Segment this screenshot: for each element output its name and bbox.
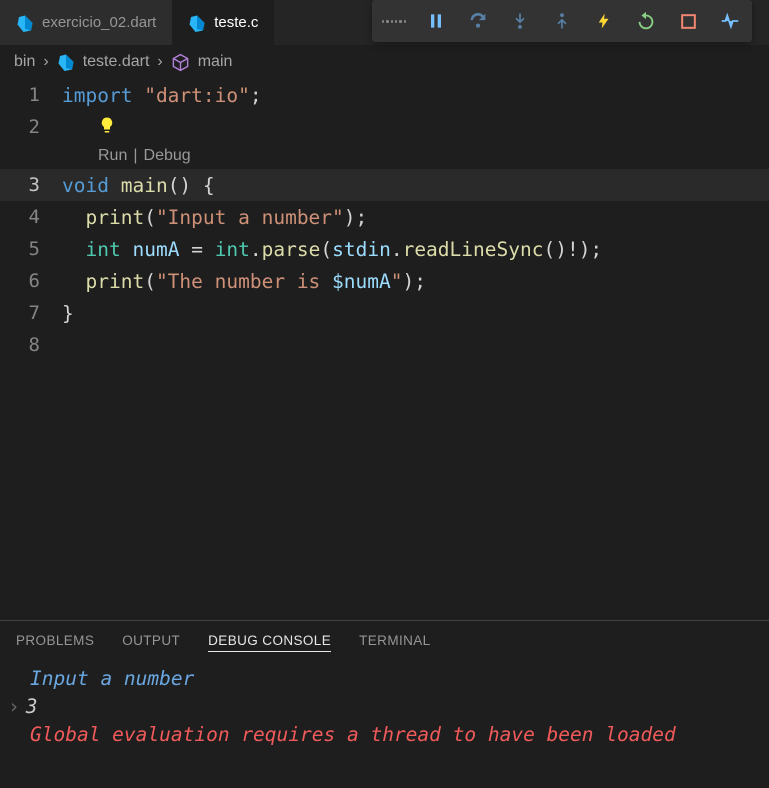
code-line: 1 import "dart:io"; <box>0 79 769 111</box>
code-lens: Run | Debug <box>0 143 769 169</box>
step-out-button[interactable] <box>550 9 574 33</box>
debug-toolbar <box>372 0 752 42</box>
code-line: 8 <box>0 329 769 361</box>
dart-file-icon <box>188 14 206 32</box>
code-line: 2 <box>0 111 769 143</box>
panel-tab-problems[interactable]: PROBLEMS <box>16 633 94 651</box>
code-content: print("Input a number"); <box>62 206 367 229</box>
code-line: 7 } <box>0 297 769 329</box>
line-number: 3 <box>0 174 62 196</box>
bottom-panel: PROBLEMS OUTPUT DEBUG CONSOLE TERMINAL I… <box>0 620 769 788</box>
symbol-function-icon <box>171 53 190 72</box>
dev-tools-button[interactable] <box>718 9 742 33</box>
line-number: 2 <box>0 116 62 138</box>
tab-label: teste.c <box>214 14 258 31</box>
code-content: void main() { <box>62 174 215 197</box>
panel-tab-output[interactable]: OUTPUT <box>122 633 180 651</box>
breadcrumb-item[interactable]: teste.dart <box>83 53 150 71</box>
code-line: 3 void main() { <box>0 169 769 201</box>
restart-button[interactable] <box>634 9 658 33</box>
codelens-debug[interactable]: Debug <box>144 147 191 165</box>
tab-label: exercicio_02.dart <box>42 14 156 31</box>
breadcrumb-item[interactable]: main <box>198 53 233 71</box>
line-number: 5 <box>0 238 62 260</box>
console-error-line: Global evaluation requires a thread to h… <box>8 723 761 746</box>
panel-tab-debug-console[interactable]: DEBUG CONSOLE <box>208 633 331 652</box>
pause-button[interactable] <box>424 9 448 33</box>
code-line: 4 print("Input a number"); <box>0 201 769 233</box>
codelens-run[interactable]: Run <box>98 147 127 165</box>
tab-exercicio-02[interactable]: exercicio_02.dart <box>0 0 172 45</box>
code-editor[interactable]: 1 import "dart:io"; 2 Run | Debug 3 void… <box>0 79 769 361</box>
line-number: 6 <box>0 270 62 292</box>
code-content: } <box>62 302 74 325</box>
code-content: int numA = int.parse(stdin.readLineSync(… <box>62 238 602 261</box>
tab-teste[interactable]: teste.c <box>172 0 274 45</box>
drag-grip-icon[interactable] <box>382 9 406 33</box>
dart-file-icon <box>57 53 75 71</box>
code-line: 5 int numA = int.parse(stdin.readLineSyn… <box>0 233 769 265</box>
line-number: 8 <box>0 334 62 356</box>
dart-file-icon <box>16 14 34 32</box>
console-line: › 3 <box>8 695 761 718</box>
line-number: 1 <box>0 84 62 106</box>
code-line: 6 print("The number is $numA"); <box>0 265 769 297</box>
stop-button[interactable] <box>676 9 700 33</box>
debug-console-output[interactable]: Input a number › 3 Global evaluation req… <box>0 663 769 788</box>
hot-reload-button[interactable] <box>592 9 616 33</box>
breadcrumb-item[interactable]: bin <box>14 53 35 71</box>
step-into-button[interactable] <box>508 9 532 33</box>
console-line: Input a number <box>8 667 761 690</box>
code-content: import "dart:io"; <box>62 84 262 107</box>
line-number: 4 <box>0 206 62 228</box>
step-over-button[interactable] <box>466 9 490 33</box>
breadcrumb[interactable]: bin › teste.dart › main <box>0 45 769 79</box>
editor-tabs: exercicio_02.dart teste.c <box>0 0 769 45</box>
chevron-right-icon: › <box>43 53 48 71</box>
line-number: 7 <box>0 302 62 324</box>
chevron-right-icon: › <box>8 695 20 718</box>
panel-tab-terminal[interactable]: TERMINAL <box>359 633 430 651</box>
chevron-right-icon: › <box>157 53 162 71</box>
panel-tabs: PROBLEMS OUTPUT DEBUG CONSOLE TERMINAL <box>0 621 769 663</box>
code-content: print("The number is $numA"); <box>62 270 426 293</box>
lightbulb-icon[interactable] <box>98 114 116 141</box>
